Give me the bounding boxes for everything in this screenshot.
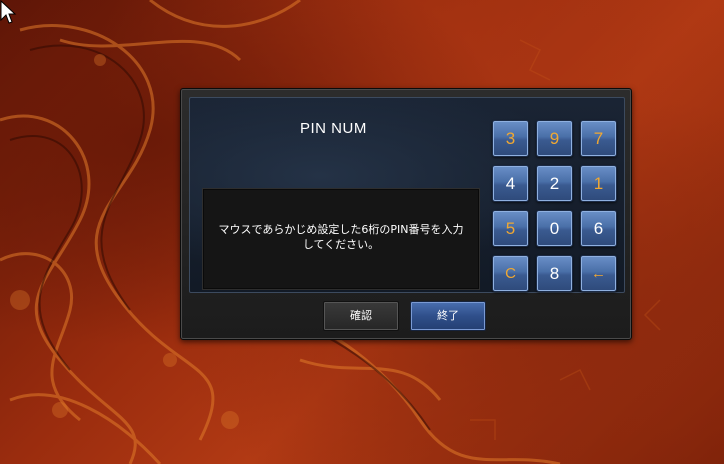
instruction-line-2: してください。: [302, 238, 380, 251]
pin-panel: PIN NUM マウスであらかじめ設定した6桁のPIN番号を入力 してください。…: [189, 97, 625, 293]
keypad-key-7[interactable]: 7: [580, 120, 617, 157]
mouse-cursor-icon: [0, 0, 17, 24]
instruction-message: マウスであらかじめ設定した6桁のPIN番号を入力 してください。: [203, 222, 479, 252]
game-background: PIN NUM マウスであらかじめ設定した6桁のPIN番号を入力 してください。…: [0, 0, 724, 464]
keypad-key-2[interactable]: 2: [536, 165, 573, 202]
keypad-key-0[interactable]: 0: [536, 210, 573, 247]
exit-button[interactable]: 終了: [410, 301, 486, 331]
dialog-title: PIN NUM: [300, 120, 367, 137]
keypad-clear-button[interactable]: C: [492, 255, 529, 292]
confirm-button[interactable]: 確認: [323, 301, 399, 331]
pin-entry-dialog: PIN NUM マウスであらかじめ設定した6桁のPIN番号を入力 してください。…: [180, 88, 632, 340]
message-box: マウスであらかじめ設定した6桁のPIN番号を入力 してください。: [202, 188, 480, 290]
keypad-key-1[interactable]: 1: [580, 165, 617, 202]
keypad-key-6[interactable]: 6: [580, 210, 617, 247]
keypad-key-4[interactable]: 4: [492, 165, 529, 202]
keypad-key-3[interactable]: 3: [492, 120, 529, 157]
keypad-key-9[interactable]: 9: [536, 120, 573, 157]
keypad-backspace-icon[interactable]: ←: [580, 255, 617, 292]
keypad-key-8[interactable]: 8: [536, 255, 573, 292]
pin-keypad: 3 9 7 4 2 1 5 0 6 C 8 ←: [492, 120, 622, 295]
keypad-key-5[interactable]: 5: [492, 210, 529, 247]
instruction-line-1: マウスであらかじめ設定した6桁のPIN番号を入力: [218, 223, 464, 236]
